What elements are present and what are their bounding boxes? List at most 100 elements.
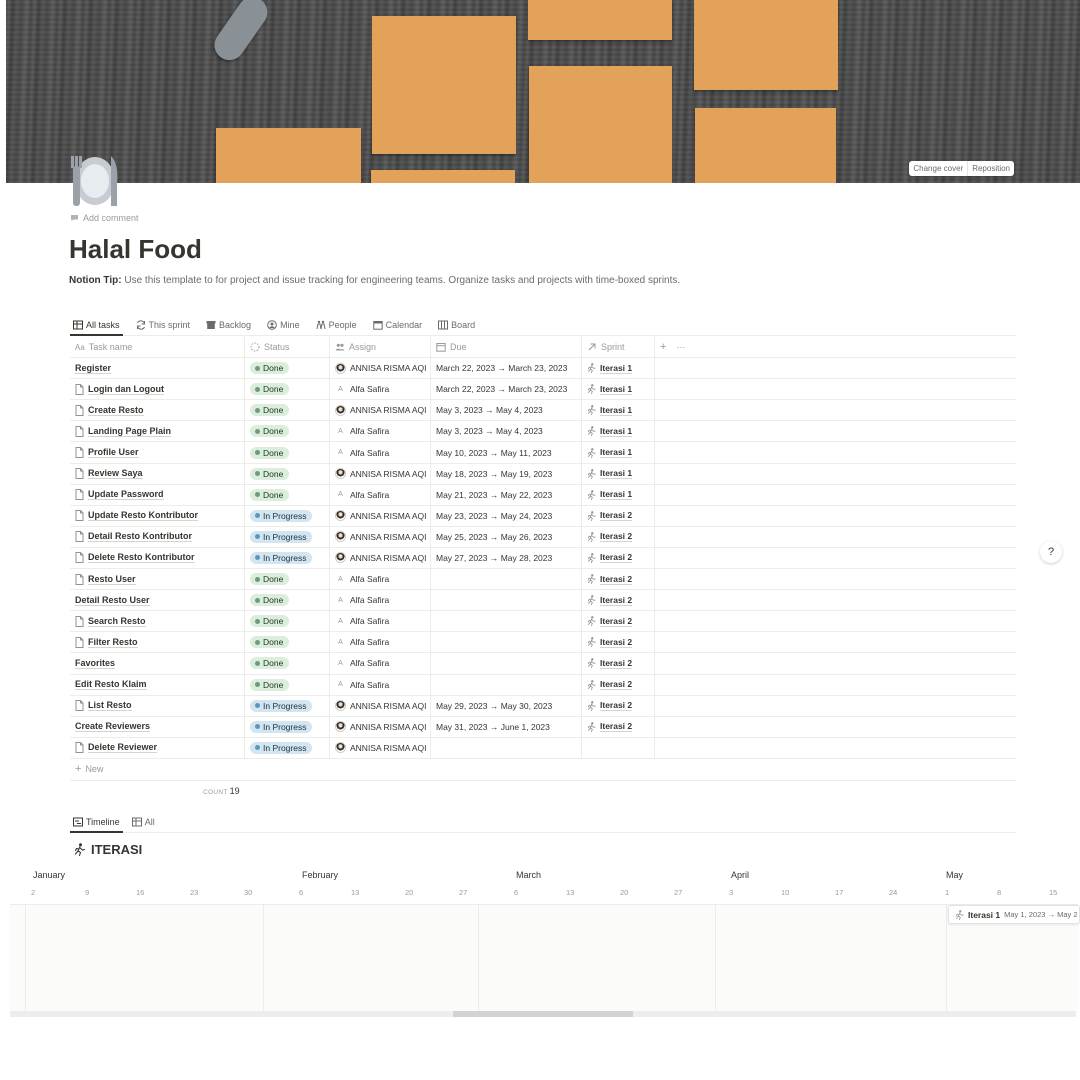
timeline-bar-iterasi-1[interactable]: Iterasi 1 May 1, 2023 → May 2 [948,905,1080,924]
task-name-cell[interactable]: Landing Page Plain [70,421,245,442]
scrollbar-thumb[interactable] [453,1011,633,1017]
task-name-cell[interactable]: Update Password [70,484,245,505]
more-options-button[interactable]: ··· [676,342,685,352]
tab-timeline[interactable]: Timeline [70,813,123,833]
task-name[interactable]: Detail Resto Kontributor [88,531,193,543]
sprint-link[interactable]: Iterasi 2 [600,552,633,564]
table-row[interactable]: Edit Resto Klaim Done A Alfa Safira Iterasi … [70,674,1016,696]
due-cell[interactable] [431,611,582,632]
task-name[interactable]: Update Resto Kontributor [88,510,198,522]
help-button[interactable]: ? [1040,541,1062,563]
sprint-link[interactable]: Iterasi 1 [600,384,633,395]
sprint-link[interactable]: Iterasi 2 [600,700,633,712]
task-name-cell[interactable]: Create Reviewers [70,716,245,737]
sprint-link[interactable]: Iterasi 2 [600,595,633,606]
sprint-link[interactable]: Iterasi 2 [600,658,633,669]
task-name[interactable]: Create Reviewers [75,721,151,733]
status-cell[interactable]: In Progress [245,737,330,758]
add-comment-button[interactable]: Add comment [70,213,139,223]
due-cell[interactable]: March 22, 2023 → March 23, 2023 [431,358,582,379]
due-cell[interactable]: May 21, 2023 → May 22, 2023 [431,484,582,505]
assign-cell[interactable]: A Alfa Safira [330,442,431,463]
task-name-cell[interactable]: Detail Resto User [70,590,245,611]
column-header-task-name[interactable]: Aa Task name [70,337,245,358]
task-name[interactable]: Resto User [88,574,136,585]
status-cell[interactable]: Done [245,463,330,484]
sprint-cell[interactable]: Iterasi 1 [582,400,655,421]
sprint-cell[interactable]: Iterasi 2 [582,526,655,547]
sprint-link[interactable]: Iterasi 2 [600,721,633,733]
due-cell[interactable]: May 3, 2023 → May 4, 2023 [431,400,582,421]
sprint-cell[interactable] [582,737,655,758]
table-row[interactable]: Favorites Done A Alfa Safira Iterasi 2 [70,653,1016,675]
task-name[interactable]: Delete Resto Kontributor [88,552,195,564]
sprint-cell[interactable]: Iterasi 1 [582,421,655,442]
due-cell[interactable]: May 10, 2023 → May 11, 2023 [431,442,582,463]
task-name-cell[interactable]: Delete Resto Kontributor [70,547,245,569]
sprint-link[interactable]: Iterasi 2 [600,510,633,522]
sprint-link[interactable]: Iterasi 2 [600,679,633,691]
task-name[interactable]: List Resto [88,700,132,712]
due-cell[interactable]: May 31, 2023 → June 1, 2023 [431,716,582,737]
assign-cell[interactable]: A Alfa Safira [330,611,431,632]
table-row[interactable]: Review Saya Done ANNISA RISMA AQI May 18, 2… [70,463,1016,485]
table-row[interactable]: Detail Resto Kontributor In Progress ANNIS… [70,526,1016,548]
assign-cell[interactable]: ANNISA RISMA AQI [330,358,431,379]
sprint-link[interactable]: Iterasi 1 [600,363,633,374]
task-name-cell[interactable]: Update Resto Kontributor [70,505,245,526]
task-name[interactable]: Update Password [88,489,164,501]
sprint-cell[interactable]: Iterasi 2 [582,632,655,653]
sprint-cell[interactable]: Iterasi 1 [582,484,655,505]
task-name[interactable]: Landing Page Plain [88,426,172,437]
due-cell[interactable]: May 3, 2023 → May 4, 2023 [431,421,582,442]
status-cell[interactable]: Done [245,632,330,653]
task-name-cell[interactable]: Delete Reviewer [70,737,245,758]
tab-all-tasks[interactable]: All tasks [70,316,123,336]
sprint-cell[interactable]: Iterasi 2 [582,695,655,716]
change-cover-button[interactable]: Change cover [909,161,969,176]
status-cell[interactable]: In Progress [245,547,330,569]
task-name[interactable]: Login dan Logout [88,384,164,395]
task-name[interactable]: Register [75,363,112,374]
assign-cell[interactable]: A Alfa Safira [330,484,431,505]
add-column-button[interactable]: + [660,341,666,353]
sprint-cell[interactable]: Iterasi 2 [582,716,655,737]
sprint-cell[interactable]: Iterasi 2 [582,547,655,569]
sprint-cell[interactable]: Iterasi 1 [582,358,655,379]
timeline-grid[interactable] [10,904,1078,1011]
assign-cell[interactable]: A Alfa Safira [330,421,431,442]
table-row[interactable]: Profile User Done A Alfa Safira May 10, 2023… [70,442,1016,464]
table-row[interactable]: Delete Reviewer In Progress ANNISA RISMA A… [70,737,1016,759]
sprint-cell[interactable]: Iterasi 1 [582,442,655,463]
due-cell[interactable]: May 29, 2023 → May 30, 2023 [431,695,582,716]
table-row[interactable]: Create Resto Done ANNISA RISMA AQI May 3, 2… [70,400,1016,422]
due-cell[interactable]: May 23, 2023 → May 24, 2023 [431,505,582,526]
sprint-link[interactable]: Iterasi 2 [600,531,633,543]
column-header-status[interactable]: Status [245,337,330,358]
new-row-button[interactable]: + New [70,759,1016,781]
status-cell[interactable]: Done [245,611,330,632]
task-name[interactable]: Create Resto [88,405,144,416]
due-cell[interactable] [431,632,582,653]
task-name[interactable]: Detail Resto User [75,595,150,606]
task-name-cell[interactable]: Edit Resto Klaim [70,674,245,695]
due-cell[interactable]: March 22, 2023 → March 23, 2023 [431,379,582,400]
status-cell[interactable]: Done [245,400,330,421]
task-name-cell[interactable]: Detail Resto Kontributor [70,526,245,547]
due-cell[interactable]: May 27, 2023 → May 28, 2023 [431,547,582,569]
sprint-cell[interactable]: Iterasi 2 [582,674,655,695]
status-cell[interactable]: Done [245,569,330,590]
timeline-scrollbar[interactable] [10,1011,1076,1017]
assign-cell[interactable]: ANNISA RISMA AQI [330,526,431,547]
table-row[interactable]: Landing Page Plain Done A Alfa Safira May 3,… [70,421,1016,443]
task-name-cell[interactable]: Favorites [70,653,245,674]
sprint-link[interactable]: Iterasi 1 [600,447,633,459]
sprint-cell[interactable]: Iterasi 2 [582,653,655,674]
tab-people[interactable]: People [313,316,360,334]
due-cell[interactable] [431,737,582,758]
assign-cell[interactable]: ANNISA RISMA AQI [330,463,431,484]
task-name[interactable]: Profile User [88,447,139,459]
task-name-cell[interactable]: Review Saya [70,463,245,484]
status-cell[interactable]: Done [245,421,330,442]
task-name[interactable]: Edit Resto Klaim [75,679,147,691]
